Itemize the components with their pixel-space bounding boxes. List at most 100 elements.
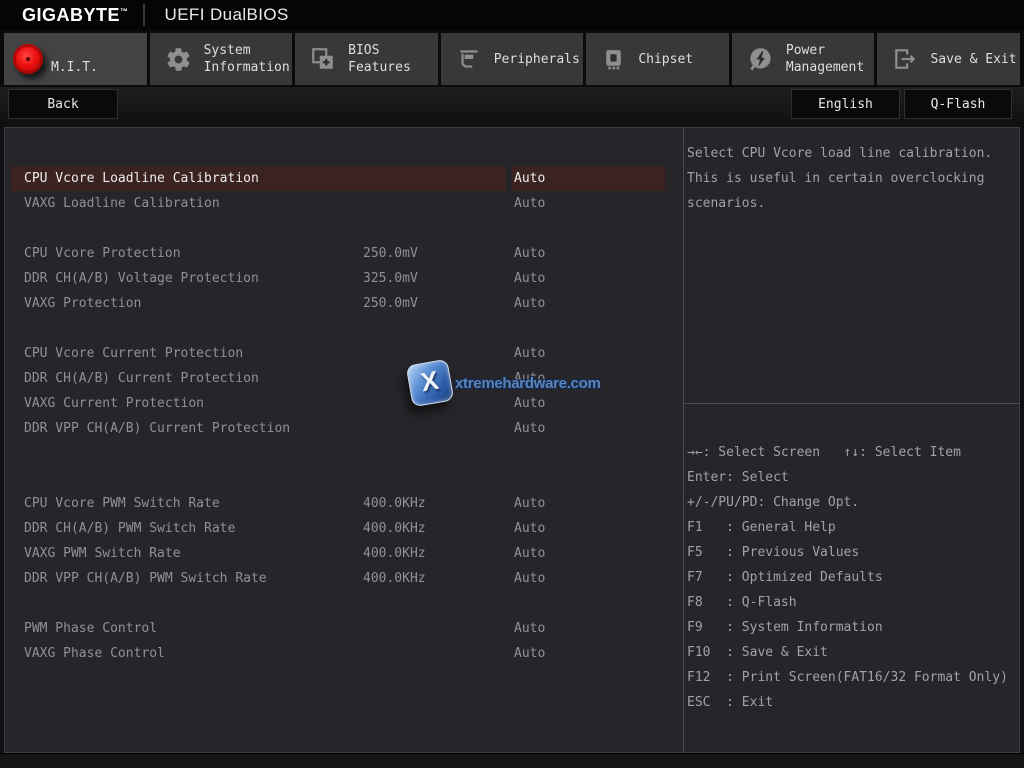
settings-row[interactable]: DDR CH(A/B) Voltage Protection325.0mVAut… <box>11 266 665 291</box>
tab-power-management[interactable]: Power Management <box>732 33 875 85</box>
tab-bar: M.I.T. System Information BIOS Features Per… <box>0 30 1024 87</box>
product-title: UEFI DualBIOS <box>165 5 289 25</box>
tab-label: Chipset <box>638 51 693 68</box>
setting-option[interactable]: Auto <box>512 166 665 191</box>
shortcut-line: F7 : Optimized Defaults <box>687 565 1019 590</box>
setting-label: DDR CH(A/B) Voltage Protection325.0mV <box>11 266 506 291</box>
settings-row[interactable]: DDR VPP CH(A/B) PWM Switch Rate400.0KHzA… <box>11 566 665 591</box>
chipset-icon <box>601 47 626 72</box>
settings-row[interactable]: DDR CH(A/B) PWM Switch Rate400.0KHzAuto <box>11 516 665 541</box>
back-button[interactable]: Back <box>8 89 118 119</box>
language-button[interactable]: English <box>791 89 900 119</box>
help-text-line: scenarios. <box>687 191 1015 216</box>
tab-chipset[interactable]: Chipset <box>586 33 729 85</box>
tab-peripherals[interactable]: Peripherals <box>441 33 584 85</box>
setting-option[interactable]: Auto <box>512 191 665 216</box>
bios-icon <box>310 46 336 72</box>
settings-row-spacer <box>11 591 665 616</box>
setting-label: PWM Phase Control <box>11 616 506 641</box>
shortcut-line: F9 : System Information <box>687 615 1019 640</box>
watermark-letter: X <box>418 364 440 398</box>
settings-row[interactable]: CPU Vcore Loadline CalibrationAuto <box>11 166 665 191</box>
setting-value: 400.0KHz <box>363 566 426 591</box>
gigabyte-logo: GIGABYTE™ <box>22 5 129 26</box>
settings-row-spacer <box>11 316 665 341</box>
setting-label: DDR VPP CH(A/B) Current Protection <box>11 416 506 441</box>
setting-option[interactable]: Auto <box>512 541 665 566</box>
tab-label: Peripherals <box>494 51 580 68</box>
settings-row[interactable]: VAXG Loadline CalibrationAuto <box>11 191 665 216</box>
watermark-text: xtremehardware.com <box>455 375 601 392</box>
settings-list: CPU Vcore Loadline CalibrationAutoVAXG L… <box>5 128 683 752</box>
topbar-divider <box>143 4 145 26</box>
setting-label: DDR VPP CH(A/B) PWM Switch Rate400.0KHz <box>11 566 506 591</box>
red-dial-icon <box>13 44 43 74</box>
setting-option[interactable]: Auto <box>512 416 665 441</box>
side-panel: Select CPU Vcore load line calibration. … <box>683 128 1019 752</box>
settings-row[interactable]: VAXG Protection250.0mVAuto <box>11 291 665 316</box>
toolbar-right-group: English Q-Flash <box>791 89 1012 119</box>
tab-mit[interactable]: M.I.T. <box>4 33 147 85</box>
watermark-x-logo-icon: X <box>406 359 455 408</box>
shortcut-line: F5 : Previous Values <box>687 540 1019 565</box>
settings-row[interactable]: CPU Vcore Protection250.0mVAuto <box>11 241 665 266</box>
setting-label: VAXG Phase Control <box>11 641 506 666</box>
setting-option[interactable]: Auto <box>512 516 665 541</box>
tab-label: M.I.T. <box>51 59 98 85</box>
setting-option[interactable]: Auto <box>512 641 665 666</box>
shortcut-line: +/-/PU/PD: Change Opt. <box>687 490 1019 515</box>
settings-row[interactable]: DDR VPP CH(A/B) Current ProtectionAuto <box>11 416 665 441</box>
tab-save-exit[interactable]: Save & Exit <box>877 33 1020 85</box>
bottom-strip <box>0 753 1024 768</box>
save-exit-icon <box>892 46 918 72</box>
main-panel: CPU Vcore Loadline CalibrationAutoVAXG L… <box>4 127 1020 753</box>
setting-option[interactable]: Auto <box>512 616 665 641</box>
tab-bios-features[interactable]: BIOS Features <box>295 33 438 85</box>
shortcut-line: F1 : General Help <box>687 515 1019 540</box>
setting-label: VAXG Loadline Calibration <box>11 191 506 216</box>
shortcuts-panel: →←: Select Screen ↑↓: Select ItemEnter: … <box>684 404 1019 752</box>
shortcut-line: →←: Select Screen ↑↓: Select Item <box>687 440 1019 465</box>
setting-option[interactable]: Auto <box>512 491 665 516</box>
power-icon <box>747 46 774 73</box>
setting-option[interactable]: Auto <box>512 266 665 291</box>
topbar: GIGABYTE™ UEFI DualBIOS <box>0 0 1024 30</box>
shortcut-line: ESC : Exit <box>687 690 1019 715</box>
setting-label: CPU Vcore Loadline Calibration <box>11 166 506 191</box>
setting-option[interactable]: Auto <box>512 241 665 266</box>
tab-label: Power Management <box>786 42 864 76</box>
gear-icon <box>165 46 192 73</box>
setting-value: 400.0KHz <box>363 491 426 516</box>
settings-row-spacer <box>11 466 665 491</box>
settings-row[interactable]: CPU Vcore PWM Switch Rate400.0KHzAuto <box>11 491 665 516</box>
shortcut-line: F10 : Save & Exit <box>687 640 1019 665</box>
tab-label: BIOS Features <box>348 42 411 76</box>
setting-value: 250.0mV <box>363 241 418 266</box>
tab-label: Save & Exit <box>930 51 1016 68</box>
shortcut-line: F12 : Print Screen(FAT16/32 Format Only) <box>687 665 1019 690</box>
settings-row-spacer <box>11 216 665 241</box>
setting-value: 400.0KHz <box>363 541 426 566</box>
settings-row[interactable]: VAXG PWM Switch Rate400.0KHzAuto <box>11 541 665 566</box>
settings-row-spacer <box>11 441 665 466</box>
trademark-symbol: ™ <box>120 7 129 16</box>
settings-row[interactable]: PWM Phase ControlAuto <box>11 616 665 641</box>
setting-option[interactable]: Auto <box>512 566 665 591</box>
settings-row[interactable]: VAXG Phase ControlAuto <box>11 641 665 666</box>
help-panel: Select CPU Vcore load line calibration. … <box>684 128 1019 404</box>
tab-system-information[interactable]: System Information <box>150 33 293 85</box>
setting-option[interactable]: Auto <box>512 291 665 316</box>
tab-label: System Information <box>204 42 290 76</box>
sub-toolbar: Back English Q-Flash <box>0 87 1024 127</box>
help-text-line: This is useful in certain overclocking <box>687 166 1015 191</box>
setting-value: 325.0mV <box>363 266 418 291</box>
peripheral-icon <box>456 46 482 72</box>
setting-label: CPU Vcore Protection250.0mV <box>11 241 506 266</box>
setting-label: VAXG PWM Switch Rate400.0KHz <box>11 541 506 566</box>
watermark: X xtremehardware.com <box>409 362 601 404</box>
setting-value: 400.0KHz <box>363 516 426 541</box>
setting-label: CPU Vcore PWM Switch Rate400.0KHz <box>11 491 506 516</box>
qflash-button[interactable]: Q-Flash <box>904 89 1012 119</box>
setting-label: DDR CH(A/B) PWM Switch Rate400.0KHz <box>11 516 506 541</box>
setting-value: 250.0mV <box>363 291 418 316</box>
